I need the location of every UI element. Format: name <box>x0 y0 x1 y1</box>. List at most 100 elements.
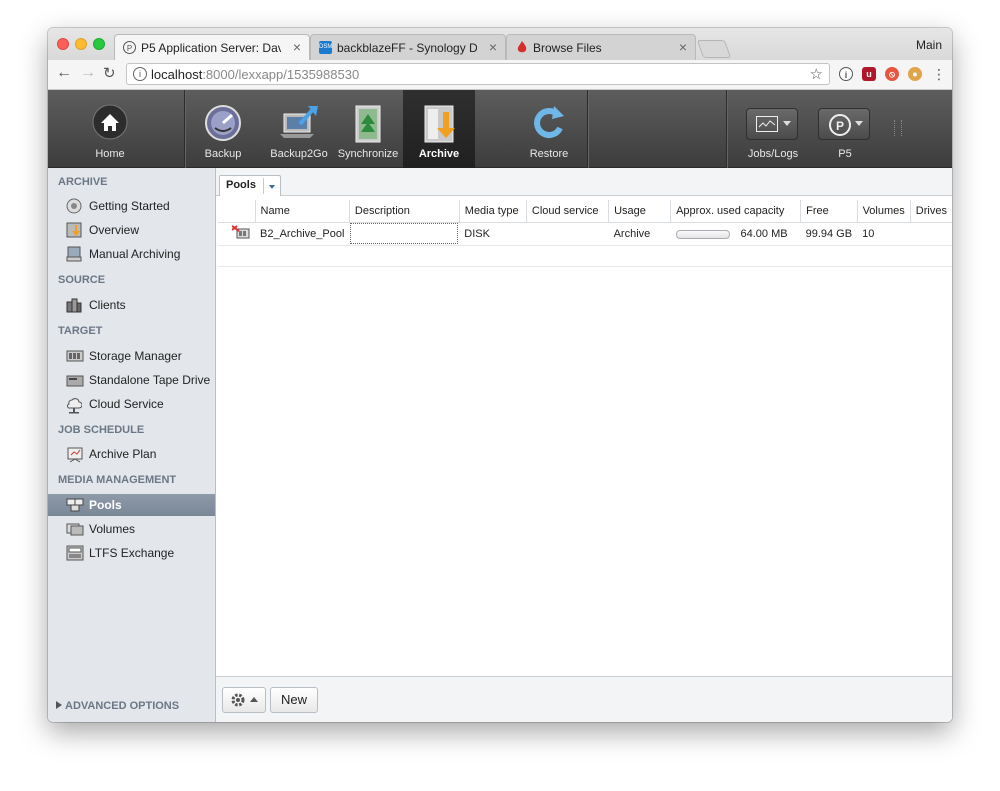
jobs-logs-dropdown[interactable] <box>746 108 798 140</box>
dsm-favicon-icon: DSM <box>319 41 332 54</box>
toolbar-backup-button[interactable]: Backup <box>188 90 258 168</box>
tab-title: backblazeFF - Synology DiskSt <box>337 41 477 55</box>
p5-favicon-icon: P <box>123 41 136 54</box>
sidebar-item-archive-plan[interactable]: Archive Plan <box>48 443 215 465</box>
reload-icon[interactable]: ↻ <box>103 64 116 82</box>
info-extension-icon[interactable]: i <box>839 67 853 81</box>
no-script-icon[interactable]: ⦸ <box>885 67 899 81</box>
main-panel: Pools Name Description Media type Cloud … <box>216 168 952 722</box>
minimize-window-button[interactable] <box>75 38 87 50</box>
column-header-name[interactable]: Name <box>255 200 350 223</box>
storage-manager-icon <box>66 348 84 364</box>
sidebar-item-ltfs-exchange[interactable]: LTFS Exchange <box>48 542 215 564</box>
tab-title: P5 Application Server: Davids- <box>141 41 281 55</box>
sidebar-item-pools[interactable]: Pools <box>48 494 215 516</box>
p5-dropdown[interactable]: P <box>818 108 870 140</box>
tab-dropdown-button[interactable] <box>263 178 280 194</box>
actions-menu-button[interactable] <box>222 687 266 713</box>
column-header-icon <box>218 200 256 223</box>
chevron-down-icon <box>855 121 863 126</box>
column-header-description[interactable]: Description <box>349 200 460 223</box>
backup2go-icon <box>278 104 320 145</box>
close-tab-icon[interactable]: × <box>293 39 301 55</box>
tab-pools[interactable]: Pools <box>219 175 281 196</box>
sidebar-item-manual-archiving[interactable]: Manual Archiving <box>48 243 215 265</box>
new-pool-button[interactable]: New <box>270 687 318 713</box>
column-header-media-type[interactable]: Media type <box>459 200 527 223</box>
capacity-bar <box>675 229 730 239</box>
tab-title: Browse Files <box>533 41 602 55</box>
browser-tab-browse-files[interactable]: Browse Files × <box>506 34 696 60</box>
column-header-usage[interactable]: Usage <box>608 200 672 223</box>
sidebar-item-clients[interactable]: Clients <box>48 294 215 316</box>
forward-arrow-icon[interactable]: → <box>80 64 96 82</box>
toolbar-jobs-logs-button[interactable]: Jobs/Logs <box>738 90 808 168</box>
sidebar-item-volumes[interactable]: Volumes <box>48 518 215 540</box>
column-header-volumes[interactable]: Volumes <box>857 200 911 223</box>
column-header-capacity[interactable]: Approx. used capacity <box>670 200 802 223</box>
sidebar-item-storage-manager[interactable]: Storage Manager <box>48 345 215 367</box>
profile-name[interactable]: Main <box>916 38 942 52</box>
disk-pool-icon <box>231 225 250 242</box>
content-tab-bar: Pools <box>216 168 952 196</box>
new-tab-button[interactable] <box>696 40 732 58</box>
toolbar-home-button[interactable]: Home <box>70 90 150 168</box>
volumes-icon <box>66 521 84 537</box>
backup-icon <box>204 104 242 145</box>
toolbar-restore-button[interactable]: Restore <box>514 90 584 168</box>
browser-tab-synology[interactable]: DSM backblazeFF - Synology DiskSt × <box>310 34 506 60</box>
pool-media-type-cell: DISK <box>459 222 527 246</box>
sidebar-item-getting-started[interactable]: Getting Started <box>48 195 215 217</box>
pool-cloud-service-cell <box>526 222 609 246</box>
pools-table: Name Description Media type Cloud servic… <box>218 200 952 267</box>
chevron-down-icon <box>783 121 791 126</box>
section-media-management: MEDIA MANAGEMENT <box>58 474 177 486</box>
ublock-shield-icon[interactable]: u <box>862 67 876 81</box>
sidebar-item-overview[interactable]: Overview <box>48 219 215 241</box>
back-arrow-icon[interactable]: ← <box>56 64 72 82</box>
chevron-down-icon <box>269 185 275 189</box>
pool-volumes-cell: 10 <box>857 222 911 246</box>
close-tab-icon[interactable]: × <box>489 39 497 55</box>
sidebar-item-cloud-service[interactable]: Cloud Service <box>48 393 215 415</box>
toolbar-archive-button[interactable]: Archive <box>403 90 475 168</box>
bookmark-star-icon[interactable]: ☆ <box>810 65 823 83</box>
zoom-window-button[interactable] <box>93 38 105 50</box>
pool-description-cell[interactable] <box>349 222 460 246</box>
toolbar-overflow-handle[interactable] <box>894 120 902 136</box>
column-header-drives[interactable]: Drives <box>910 200 952 223</box>
site-info-icon[interactable]: i <box>133 67 147 81</box>
table-row[interactable]: B2_Archive_Pool DISK Archive 64.00 MB 99… <box>218 222 952 246</box>
browser-tab-p5[interactable]: P P5 Application Server: Davids- × <box>114 34 310 61</box>
archive-plan-icon <box>66 446 83 463</box>
toolbar-synchronize-button[interactable]: Synchronize <box>336 90 400 168</box>
pool-drives-cell <box>910 222 952 246</box>
getting-started-icon <box>66 198 82 214</box>
browser-toolbar: ← → ↻ i localhost:8000/lexxapp/153598853… <box>48 60 952 90</box>
close-tab-icon[interactable]: × <box>679 39 687 55</box>
cookie-icon[interactable]: ● <box>908 67 922 81</box>
toolbar-backup2go-button[interactable]: Backup2Go <box>260 90 338 168</box>
address-bar[interactable]: i localhost:8000/lexxapp/1535988530 ☆ <box>126 63 830 85</box>
clients-server-icon <box>66 297 82 313</box>
section-source: SOURCE <box>58 274 106 286</box>
pools-icon <box>66 497 84 513</box>
jobs-logs-icon <box>756 116 778 135</box>
sidebar-item-standalone-tape-drive[interactable]: Standalone Tape Drive <box>48 369 215 391</box>
url-text[interactable]: localhost:8000/lexxapp/1535988530 <box>151 67 359 82</box>
toolbar-separator <box>726 90 727 168</box>
pool-capacity-cell: 64.00 MB <box>670 222 801 246</box>
manual-archiving-icon <box>66 246 82 262</box>
pool-usage-cell: Archive <box>608 222 671 246</box>
table-header-row: Name Description Media type Cloud servic… <box>218 200 952 223</box>
pool-row-icon-cell <box>218 222 255 246</box>
advanced-options-toggle[interactable]: ADVANCED OPTIONS <box>56 700 179 712</box>
toolbar-p5-button[interactable]: P P5 <box>810 90 880 168</box>
close-window-button[interactable] <box>57 38 69 50</box>
restore-icon <box>530 104 568 145</box>
column-header-cloud-service[interactable]: Cloud service <box>526 200 610 223</box>
app-toolbar: Home Backup Backup2Go Synchronize Archiv… <box>48 90 952 168</box>
column-header-free[interactable]: Free <box>800 200 858 223</box>
section-job-schedule: JOB SCHEDULE <box>58 424 145 436</box>
browser-menu-icon[interactable]: ⋮ <box>932 66 946 83</box>
